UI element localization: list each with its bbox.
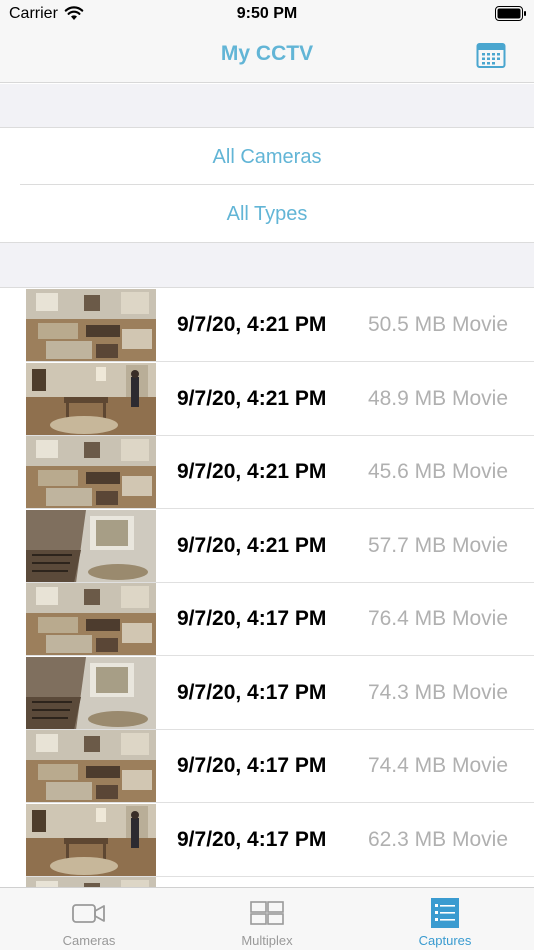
capture-row[interactable]: 9/7/20, 4:17 PM 74.3 MB Movie [0, 656, 534, 730]
page-title: My CCTV [220, 42, 314, 65]
capture-thumbnail [26, 730, 156, 803]
battery-icon [495, 6, 526, 21]
calendar-icon[interactable] [476, 41, 506, 69]
capture-thumbnail [26, 509, 156, 583]
navigation-bar: My CCTV [0, 28, 534, 83]
capture-date: 9/7/20, 4:21 PM [177, 460, 327, 483]
capture-thumbnail [26, 362, 156, 436]
tab-label: Multiplex [241, 933, 293, 948]
tab-cameras[interactable]: Cameras [0, 888, 178, 950]
tab-multiplex[interactable]: Multiplex [178, 888, 356, 950]
capture-thumbnail [26, 583, 156, 656]
capture-thumbnail [26, 803, 156, 877]
capture-date: 9/7/20, 4:17 PM [177, 827, 327, 851]
capture-row[interactable] [0, 877, 534, 887]
divider [20, 184, 534, 185]
status-time: 9:50 PM [236, 5, 298, 22]
capture-size: 57.7 MB Movie [367, 533, 508, 557]
section-spacer [0, 242, 534, 288]
capture-size: 50.5 MB Movie [367, 313, 508, 336]
tab-bar: Cameras Multiplex Captures [0, 887, 534, 950]
all-cameras-filter[interactable]: All Cameras [0, 129, 534, 185]
tab-captures[interactable]: Captures [356, 888, 534, 950]
tab-label: Captures [418, 933, 472, 948]
capture-date: 9/7/20, 4:21 PM [177, 313, 327, 336]
capture-size: 62.3 MB Movie [367, 827, 508, 851]
capture-size: 74.3 MB Movie [367, 680, 508, 704]
list-icon [431, 898, 459, 928]
capture-row[interactable]: 9/7/20, 4:21 PM 48.9 MB Movie [0, 362, 534, 436]
capture-size: 76.4 MB Movie [367, 607, 508, 630]
capture-thumbnail [26, 877, 156, 887]
capture-date: 9/7/20, 4:17 PM [177, 607, 327, 630]
capture-row[interactable]: 9/7/20, 4:21 PM 45.6 MB Movie [0, 436, 534, 509]
capture-row[interactable]: 9/7/20, 4:21 PM 50.5 MB Movie [0, 289, 534, 362]
section-spacer [0, 84, 534, 128]
capture-date: 9/7/20, 4:17 PM [177, 754, 327, 777]
status-bar: Carrier 9:50 PM [0, 0, 534, 28]
capture-row[interactable]: 9/7/20, 4:17 PM 74.4 MB Movie [0, 730, 534, 803]
capture-thumbnail [26, 656, 156, 730]
capture-row[interactable]: 9/7/20, 4:17 PM 62.3 MB Movie [0, 803, 534, 877]
capture-size: 48.9 MB Movie [367, 386, 508, 410]
capture-date: 9/7/20, 4:21 PM [177, 386, 327, 410]
grid-icon [250, 901, 284, 925]
capture-size: 74.4 MB Movie [367, 754, 508, 777]
capture-list[interactable]: 9/7/20, 4:21 PM 50.5 MB Movie 9/7/20, 4:21… [0, 289, 534, 887]
tab-label: Cameras [62, 933, 116, 948]
capture-row[interactable]: 9/7/20, 4:21 PM 57.7 MB Movie [0, 509, 534, 583]
capture-date: 9/7/20, 4:21 PM [177, 533, 327, 557]
capture-date: 9/7/20, 4:17 PM [177, 680, 327, 704]
capture-thumbnail [26, 436, 156, 509]
capture-row[interactable]: 9/7/20, 4:17 PM 76.4 MB Movie [0, 583, 534, 656]
capture-size: 45.6 MB Movie [367, 460, 508, 483]
video-camera-icon [72, 904, 105, 923]
all-types-filter[interactable]: All Types [0, 186, 534, 242]
capture-thumbnail [26, 289, 156, 362]
